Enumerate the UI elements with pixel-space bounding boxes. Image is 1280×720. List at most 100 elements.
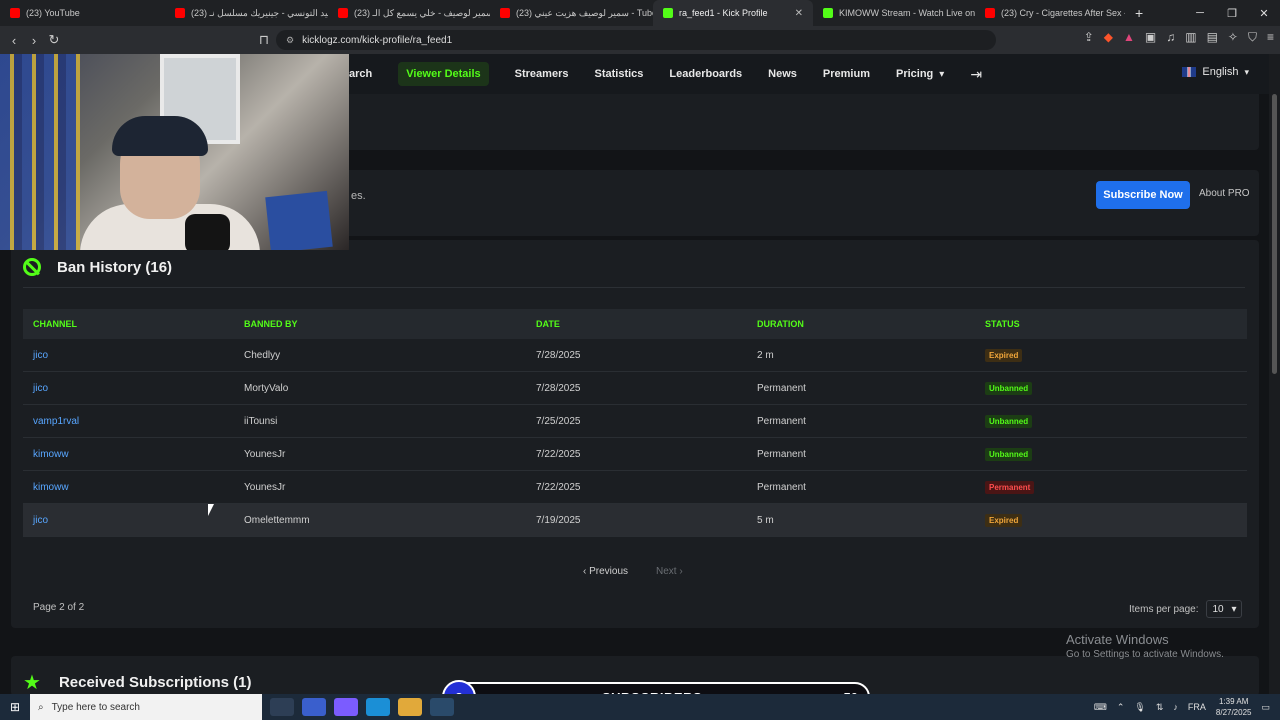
- copilot-taskbar-icon[interactable]: [334, 698, 358, 716]
- new-tab-icon[interactable]: +: [1125, 5, 1153, 21]
- scrollbar-thumb[interactable]: [1272, 94, 1277, 374]
- status-badge: Unbanned: [985, 447, 1033, 461]
- webcam-person-cap: [112, 116, 208, 156]
- column-header-banned-by: BANNED BY: [244, 319, 298, 329]
- youtube-icon: [985, 8, 995, 18]
- column-header-status: STATUS: [985, 319, 1020, 329]
- banned-by-cell: YounesJr: [244, 448, 286, 460]
- duration-cell: Permanent: [757, 448, 806, 460]
- date-cell: 7/22/2025: [536, 448, 581, 460]
- next-button[interactable]: Next ›: [656, 566, 683, 577]
- nav-leaderboards[interactable]: Leaderboards: [669, 68, 742, 80]
- url-field[interactable]: ⚙ kicklogz.com/kick-profile/ra_feed1: [276, 30, 996, 50]
- subscribe-now-button[interactable]: Subscribe Now: [1096, 181, 1190, 209]
- volume-icon[interactable]: ♪: [1173, 702, 1178, 712]
- column-header-channel: CHANNEL: [33, 319, 77, 329]
- language-selector[interactable]: English ▾: [1182, 66, 1249, 78]
- screenshot-icon[interactable]: ▣: [1145, 30, 1156, 45]
- brave-shield-icon[interactable]: ◆: [1104, 30, 1113, 45]
- browser-toolbar-icons: ⇪ ◆ ▲ ▣ ♫ ▥ ▤ ✧ ⛉ ≡: [1084, 30, 1274, 45]
- nav-streamers[interactable]: Streamers: [515, 68, 569, 80]
- about-pro-link[interactable]: About PRO: [1199, 188, 1250, 199]
- sidebar-icon[interactable]: ▥: [1185, 30, 1196, 45]
- status-badge: Expired: [985, 348, 1023, 362]
- minimize-icon[interactable]: ─: [1184, 7, 1216, 19]
- rewards-icon[interactable]: ▲: [1123, 30, 1135, 45]
- windows-taskbar: ⊞ ⌕ Type here to search ⌨ ⌃ 🎙 ⇅ ♪ FRA 1:…: [0, 694, 1280, 720]
- browser-tab[interactable]: (23) Cry - Cigarettes After Sex - Y: [975, 0, 1125, 26]
- keyboard-icon[interactable]: ⌨: [1094, 702, 1107, 713]
- nav-premium[interactable]: Premium: [823, 68, 870, 80]
- leo-icon[interactable]: ✧: [1228, 30, 1238, 45]
- windows-start-icon[interactable]: ⊞: [0, 700, 30, 714]
- date-cell: 7/19/2025: [536, 514, 581, 526]
- channel-link[interactable]: kimoww: [23, 482, 244, 493]
- channel-link[interactable]: kimoww: [23, 449, 244, 460]
- restore-icon[interactable]: ❐: [1216, 7, 1248, 20]
- login-icon[interactable]: ⇥: [970, 66, 982, 83]
- channel-link[interactable]: vamp1rval: [23, 416, 244, 427]
- browser-tab[interactable]: (23) سمير لوصيف - خلي يسمع كل الـ: [328, 0, 490, 26]
- taskbar-search[interactable]: ⌕ Type here to search: [30, 694, 262, 720]
- tab-label: (23) وليد التونسي - جينيريك مسلسل نـ: [191, 7, 328, 18]
- browser-tab-active[interactable]: ra_feed1 - Kick Profile ✕: [653, 0, 813, 26]
- bookmark-icon[interactable]: ⊓: [254, 32, 274, 48]
- browser-tab[interactable]: (23) YouTube: [0, 0, 165, 26]
- mouse-cursor: [208, 504, 214, 516]
- banned-by-cell: YounesJr: [244, 481, 286, 493]
- status-badge: Unbanned: [985, 381, 1033, 395]
- browser-tab[interactable]: (23) وليد التونسي - جينيريك مسلسل نـ: [165, 0, 328, 26]
- store-taskbar-icon[interactable]: [430, 698, 454, 716]
- menu-icon[interactable]: ≡: [1267, 30, 1274, 45]
- nav-search-link[interactable]: arch: [349, 68, 372, 80]
- chevron-down-icon[interactable]: ▾: [939, 69, 944, 80]
- subscriptions-header: ★ Received Subscriptions (1): [23, 673, 252, 693]
- nav-news[interactable]: News: [768, 68, 797, 80]
- previous-button[interactable]: ‹ Previous: [583, 566, 628, 577]
- wallet-icon[interactable]: ▤: [1207, 30, 1218, 45]
- table-row: vamp1rval iiTounsi 7/25/2025 Permanent U…: [23, 405, 1247, 438]
- chevron-right-icon: ›: [676, 566, 683, 577]
- banned-by-cell: Omelettemmm: [244, 514, 310, 526]
- vpn-icon[interactable]: ⛉: [1248, 30, 1257, 45]
- column-header-date: DATE: [536, 319, 560, 329]
- nav-pricing[interactable]: Pricing: [896, 68, 933, 80]
- clock[interactable]: 1:39 AM 8/27/2025: [1216, 696, 1252, 718]
- pagination: ‹ Previous Next ›: [583, 566, 683, 577]
- close-window-icon[interactable]: ✕: [1248, 7, 1280, 20]
- webcam-curtain: [0, 54, 80, 250]
- media-icon[interactable]: ♫: [1166, 30, 1175, 45]
- share-icon[interactable]: ⇪: [1084, 30, 1094, 45]
- table-row: jico Omelettemmm 7/19/2025 5 m Expired: [23, 504, 1247, 537]
- tab-label: (23) Cry - Cigarettes After Sex - Y: [1001, 8, 1125, 18]
- browser-tab-bar: (23) YouTube (23) وليد التونسي - جينيريك…: [0, 0, 1280, 26]
- youtube-icon: [10, 8, 20, 18]
- webcam-microphone: [185, 214, 230, 250]
- nav-statistics[interactable]: Statistics: [594, 68, 643, 80]
- next-label: Next: [656, 566, 677, 577]
- reload-icon[interactable]: ↻: [44, 32, 64, 48]
- explorer-taskbar-icon[interactable]: [398, 698, 422, 716]
- back-icon[interactable]: ‹: [4, 33, 24, 48]
- channel-link[interactable]: jico: [23, 350, 244, 361]
- notifications-icon[interactable]: ▭: [1261, 702, 1270, 713]
- network-icon[interactable]: ⇅: [1156, 702, 1164, 713]
- forward-icon[interactable]: ›: [24, 33, 44, 48]
- items-per-page-select[interactable]: 10 ▾: [1206, 600, 1243, 618]
- ban-history-header: Ban History (16): [23, 258, 172, 276]
- browser-tab[interactable]: (23) سمير لوصيف هزيت عيني - Tube: [490, 0, 653, 26]
- channel-link[interactable]: jico: [23, 383, 244, 394]
- edge-taskbar-icon[interactable]: [366, 698, 390, 716]
- tray-chevron-icon[interactable]: ⌃: [1117, 702, 1125, 713]
- close-tab-icon[interactable]: ✕: [795, 8, 803, 19]
- page-scrollbar[interactable]: [1269, 54, 1280, 694]
- input-language[interactable]: FRA: [1188, 702, 1206, 712]
- chrome-taskbar-icon[interactable]: [302, 698, 326, 716]
- task-view-icon[interactable]: [270, 698, 294, 716]
- microphone-icon[interactable]: 🎙: [1134, 702, 1145, 713]
- ban-history-table: CHANNEL BANNED BY DATE DURATION STATUS j…: [23, 309, 1247, 537]
- nav-viewer-details[interactable]: Viewer Details: [398, 62, 489, 86]
- browser-tab[interactable]: KIMOWW Stream - Watch Live on Ki: [813, 0, 975, 26]
- site-info-icon[interactable]: ⚙: [286, 35, 294, 46]
- channel-link[interactable]: jico: [23, 515, 244, 526]
